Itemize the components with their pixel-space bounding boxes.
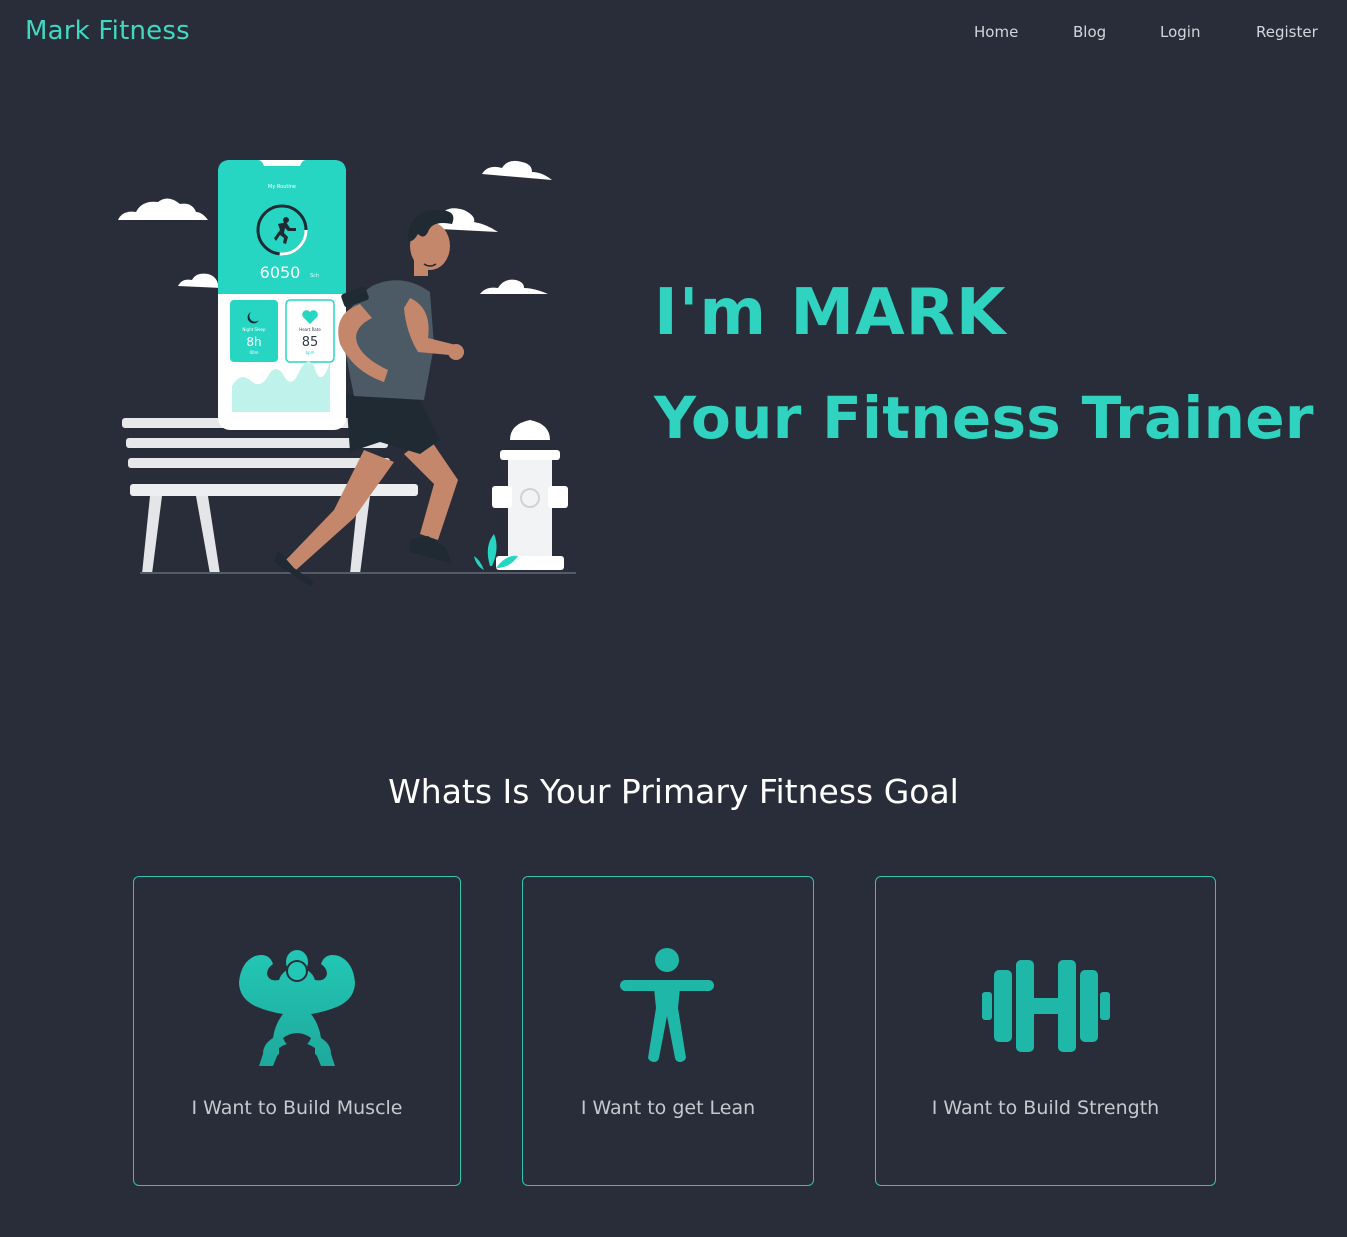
steps-value: 6050 [260, 263, 301, 282]
cloud-icon [480, 279, 548, 294]
brand-logo-link[interactable]: Mark Fitness [25, 16, 190, 46]
sleep-value: 8h [246, 335, 261, 349]
phone-app-title: My Routine [268, 184, 296, 190]
nav-link-register[interactable]: Register [1256, 23, 1318, 41]
goal-card-label: I Want to Build Strength [931, 1097, 1160, 1119]
nav-link-login[interactable]: Login [1160, 23, 1200, 41]
sleep-title: Night Sleep [242, 327, 266, 332]
steps-unit: Sch [310, 273, 319, 279]
goal-card-get-lean[interactable]: I Want to get Lean [522, 876, 814, 1186]
goal-card-label: I Want to get Lean [580, 1097, 756, 1119]
hero-illustration: My Routine 6050 Sch Night Sleep 8h 00m H… [110, 150, 580, 590]
goal-card-build-muscle[interactable]: I Want to Build Muscle [133, 876, 461, 1186]
dumbbell-icon [876, 941, 1215, 1071]
nav-link-blog[interactable]: Blog [1073, 23, 1106, 41]
goal-card-label: I Want to Build Muscle [191, 1097, 403, 1119]
muscle-icon [134, 941, 460, 1071]
goal-card-build-strength[interactable]: I Want to Build Strength [875, 876, 1216, 1186]
nav-link-home[interactable]: Home [974, 23, 1018, 41]
sleep-unit: 00m [250, 350, 259, 355]
heart-title: Heart Rate [299, 327, 321, 332]
heart-value: 85 [302, 335, 319, 350]
section-heading: Whats Is Your Primary Fitness Goal [388, 772, 959, 811]
lean-person-icon [523, 941, 813, 1071]
cloud-icon [178, 273, 222, 288]
cloud-icon [118, 198, 208, 220]
hero-title-tagline: Your Fitness Trainer [654, 384, 1314, 452]
cloud-icon [482, 160, 552, 180]
fire-hydrant-illustration [474, 420, 568, 570]
heart-unit: bpm [306, 350, 315, 355]
hero-title-name: I'm MARK [654, 276, 1007, 350]
phone-app-illustration: My Routine 6050 Sch Night Sleep 8h 00m H… [218, 160, 346, 430]
navbar: Mark Fitness Home Blog Login Register [0, 0, 1347, 66]
